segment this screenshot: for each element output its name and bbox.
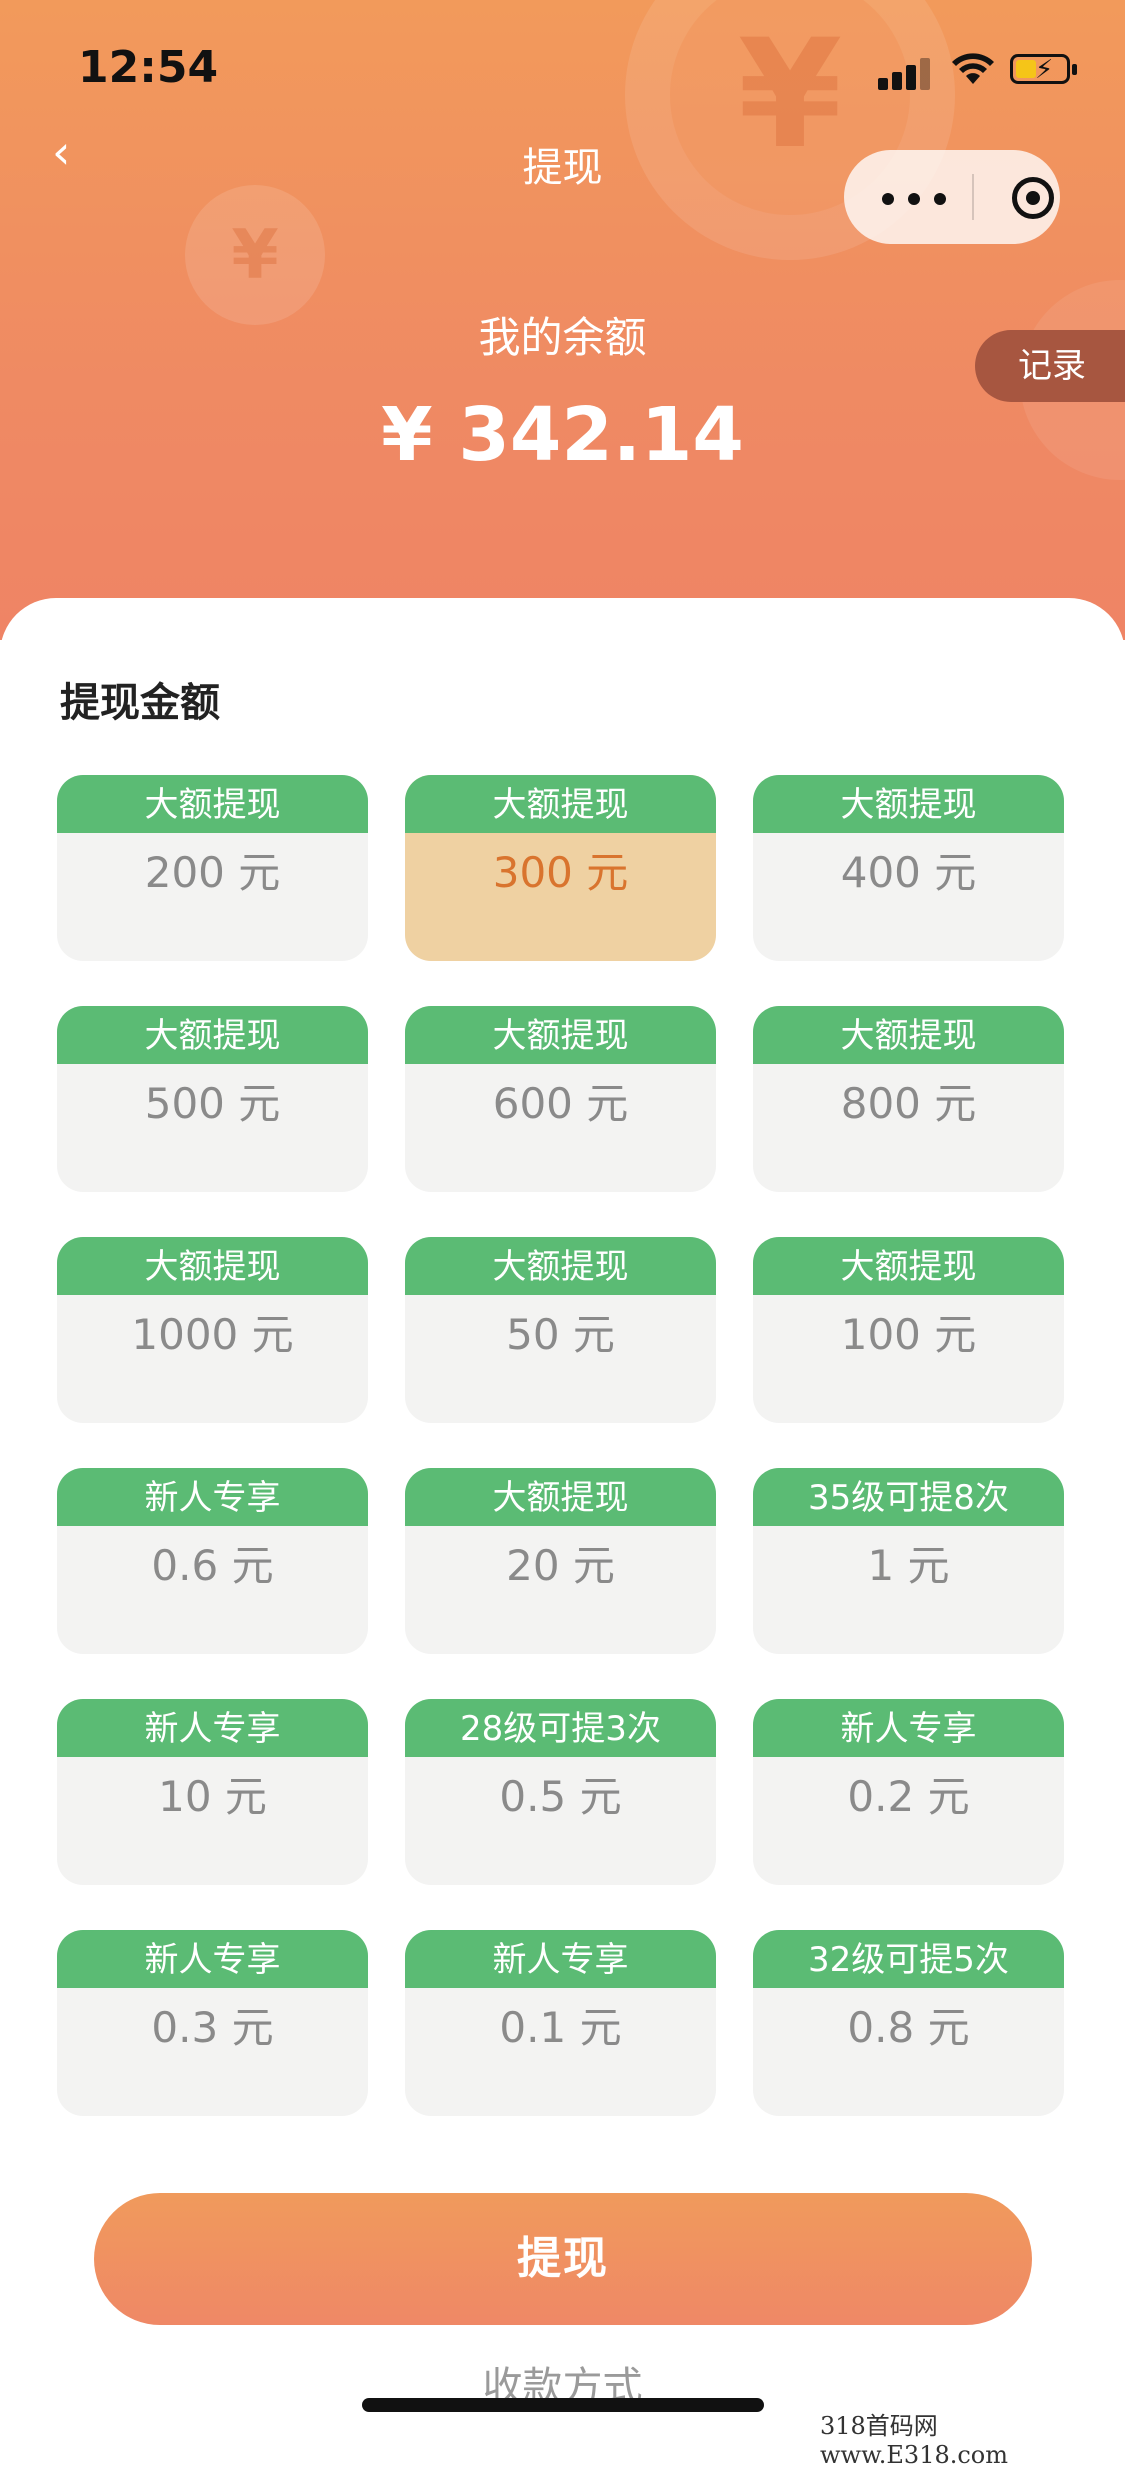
amount-option-card[interactable]: 大额提现 1000 元 — [57, 1237, 368, 1423]
balance-amount: ¥ 342.14 — [381, 392, 744, 478]
option-amount: 20 元 — [506, 1541, 615, 1590]
close-target-icon[interactable] — [1012, 177, 1054, 219]
option-tag: 35级可提8次 — [753, 1468, 1064, 1526]
amount-option-card[interactable]: 35级可提8次 1 元 — [753, 1468, 1064, 1654]
option-amount: 0.8 元 — [847, 2003, 970, 2052]
amount-option-card[interactable]: 新人专享 0.3 元 — [57, 1930, 368, 2116]
amount-option-card[interactable]: 28级可提3次 0.5 元 — [405, 1699, 716, 1885]
section-title: 提现金额 — [60, 680, 220, 726]
amount-option-card[interactable]: 32级可提5次 0.8 元 — [753, 1930, 1064, 2116]
wifi-icon — [952, 53, 994, 84]
option-amount: 0.6 元 — [151, 1541, 274, 1590]
option-amount: 0.2 元 — [847, 1772, 970, 1821]
option-tag: 大额提现 — [405, 775, 716, 833]
amount-option-card[interactable]: 大额提现 20 元 — [405, 1468, 716, 1654]
option-tag: 大额提现 — [57, 1006, 368, 1064]
option-amount: 400 元 — [840, 848, 977, 897]
status-time: 12:54 — [78, 42, 219, 93]
option-amount: 500 元 — [144, 1079, 281, 1128]
amount-option-card[interactable]: 大额提现 300 元 — [405, 775, 716, 961]
amount-option-card[interactable]: 大额提现 200 元 — [57, 775, 368, 961]
capsule-divider — [972, 174, 974, 220]
option-amount: 800 元 — [840, 1079, 977, 1128]
amount-option-card[interactable]: 新人专享 0.1 元 — [405, 1930, 716, 2116]
option-tag: 28级可提3次 — [405, 1699, 716, 1757]
option-tag: 新人专享 — [57, 1699, 368, 1757]
option-amount: 100 元 — [840, 1310, 977, 1359]
status-icons: ⚡ — [878, 50, 1078, 90]
option-tag: 新人专享 — [405, 1930, 716, 1988]
option-tag: 大额提现 — [753, 775, 1064, 833]
amount-option-card[interactable]: 大额提现 500 元 — [57, 1006, 368, 1192]
option-amount: 1 元 — [867, 1541, 950, 1590]
option-amount: 50 元 — [506, 1310, 615, 1359]
option-tag: 大额提现 — [753, 1006, 1064, 1064]
amount-option-card[interactable]: 大额提现 50 元 — [405, 1237, 716, 1423]
withdraw-panel: 提现金额 大额提现 200 元大额提现 300 元大额提现 400 元大额提现 500 … — [0, 598, 1125, 2436]
option-tag: 大额提现 — [753, 1237, 1064, 1295]
home-indicator — [362, 2398, 764, 2412]
miniprogram-capsule — [844, 150, 1060, 244]
amount-option-card[interactable]: 大额提现 400 元 — [753, 775, 1064, 961]
option-tag: 大额提现 — [57, 775, 368, 833]
option-amount: 0.5 元 — [499, 1772, 622, 1821]
option-tag: 新人专享 — [57, 1930, 368, 1988]
option-amount: 0.3 元 — [151, 2003, 274, 2052]
option-tag: 32级可提5次 — [753, 1930, 1064, 1988]
option-amount: 10 元 — [158, 1772, 267, 1821]
option-tag: 新人专享 — [57, 1468, 368, 1526]
option-tag: 新人专享 — [753, 1699, 1064, 1757]
amount-option-card[interactable]: 新人专享 10 元 — [57, 1699, 368, 1885]
option-amount: 600 元 — [492, 1079, 629, 1128]
header-banner: ¥ ¥ 12:54 ⚡ ‹ 提现 记录 我的余额 ¥ 342.14 — [0, 0, 1125, 640]
option-tag: 大额提现 — [405, 1006, 716, 1064]
watermark: 318首码网 www.E318.com — [820, 2412, 1009, 2469]
option-tag: 大额提现 — [405, 1237, 716, 1295]
withdraw-button[interactable]: 提现 — [94, 2193, 1032, 2325]
battery-icon: ⚡ — [1010, 54, 1070, 85]
option-amount: 300 元 — [492, 848, 629, 897]
amount-option-card[interactable]: 新人专享 0.6 元 — [57, 1468, 368, 1654]
more-icon[interactable] — [882, 174, 952, 220]
option-tag: 大额提现 — [57, 1237, 368, 1295]
amount-option-card[interactable]: 大额提现 800 元 — [753, 1006, 1064, 1192]
amount-option-card[interactable]: 大额提现 100 元 — [753, 1237, 1064, 1423]
amount-option-card[interactable]: 新人专享 0.2 元 — [753, 1699, 1064, 1885]
amount-option-card[interactable]: 大额提现 600 元 — [405, 1006, 716, 1192]
option-amount: 0.1 元 — [499, 2003, 622, 2052]
balance-label: 我的余额 — [478, 313, 647, 362]
option-tag: 大额提现 — [405, 1468, 716, 1526]
option-amount: 200 元 — [144, 848, 281, 897]
option-amount: 1000 元 — [131, 1310, 294, 1359]
